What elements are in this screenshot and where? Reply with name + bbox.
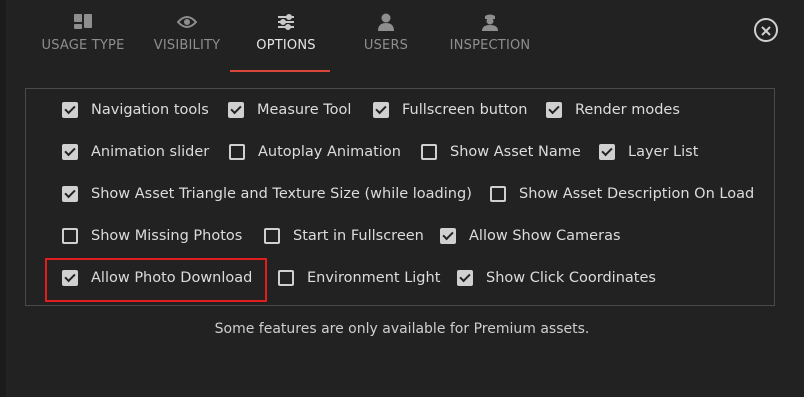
tab-bar: USAGE TYPE VISIBILITY OPTIONS USERS INSP… (0, 0, 700, 72)
checkbox-unchecked[interactable] (62, 228, 78, 244)
sliders-icon (276, 12, 296, 32)
checkbox-checked[interactable] (457, 270, 473, 286)
option-label: Measure Tool (257, 102, 352, 118)
option-autoplay-animation[interactable]: Autoplay Animation (229, 140, 401, 164)
checkbox-checked[interactable] (228, 102, 244, 118)
close-button[interactable] (754, 18, 778, 42)
tab-usage-type[interactable]: USAGE TYPE (38, 0, 128, 72)
option-show-missing-photos[interactable]: Show Missing Photos (62, 224, 242, 248)
option-label: Show Asset Description On Load (519, 186, 755, 202)
option-show-asset-triangle[interactable]: Show Asset Triangle and Texture Size (wh… (62, 182, 472, 206)
option-label: Navigation tools (91, 102, 209, 118)
option-layer-list[interactable]: Layer List (599, 140, 698, 164)
option-label: Show Click Coordinates (486, 270, 656, 286)
option-fullscreen-button[interactable]: Fullscreen button (373, 98, 527, 122)
checkbox-unchecked[interactable] (278, 270, 294, 286)
active-tab-underline (230, 70, 330, 72)
tab-users[interactable]: USERS (346, 0, 426, 72)
option-allow-photo-download[interactable]: Allow Photo Download (62, 266, 252, 290)
checkbox-checked[interactable] (62, 186, 78, 202)
checkbox-checked[interactable] (546, 102, 562, 118)
checkbox-checked[interactable] (62, 102, 78, 118)
checkbox-unchecked[interactable] (490, 186, 506, 202)
option-label: Allow Show Cameras (469, 228, 621, 244)
tab-visibility[interactable]: VISIBILITY (142, 0, 232, 72)
tab-inspection[interactable]: INSPECTION (440, 0, 540, 72)
tab-label: INSPECTION (449, 38, 531, 53)
tab-options[interactable]: OPTIONS (236, 0, 336, 72)
option-label: Render modes (575, 102, 680, 118)
option-navigation-tools[interactable]: Navigation tools (62, 98, 209, 122)
inspector-icon (480, 12, 500, 32)
option-start-in-fullscreen[interactable]: Start in Fullscreen (264, 224, 424, 248)
option-label: Autoplay Animation (258, 144, 401, 160)
checkbox-checked[interactable] (62, 270, 78, 286)
checkbox-unchecked[interactable] (229, 144, 245, 160)
checkbox-unchecked[interactable] (264, 228, 280, 244)
option-render-modes[interactable]: Render modes (546, 98, 680, 122)
option-label: Animation slider (91, 144, 210, 160)
tab-label: USAGE TYPE (41, 38, 125, 53)
checkbox-unchecked[interactable] (421, 144, 437, 160)
user-icon (376, 12, 396, 32)
premium-footnote: Some features are only available for Pre… (214, 321, 590, 337)
option-label: Fullscreen button (402, 102, 528, 118)
option-label: Allow Photo Download (91, 270, 253, 286)
checkbox-checked[interactable] (373, 102, 389, 118)
option-environment-light[interactable]: Environment Light (278, 266, 440, 290)
close-icon (761, 21, 771, 40)
tab-label: USERS (363, 38, 409, 53)
tab-label: VISIBILITY (153, 38, 221, 53)
option-label: Start in Fullscreen (293, 228, 424, 244)
option-label: Environment Light (307, 270, 441, 286)
usage-type-icon (73, 12, 93, 32)
tab-label: OPTIONS (256, 38, 316, 53)
option-measure-tool[interactable]: Measure Tool (228, 98, 351, 122)
option-show-click-coordinates[interactable]: Show Click Coordinates (457, 266, 656, 290)
option-label: Show Asset Name (450, 144, 581, 160)
option-animation-slider[interactable]: Animation slider (62, 140, 209, 164)
option-show-asset-name[interactable]: Show Asset Name (421, 140, 581, 164)
checkbox-checked[interactable] (440, 228, 456, 244)
option-show-asset-description[interactable]: Show Asset Description On Load (490, 182, 754, 206)
option-label: Show Asset Triangle and Texture Size (wh… (91, 186, 472, 202)
checkbox-checked[interactable] (599, 144, 615, 160)
checkbox-checked[interactable] (62, 144, 78, 160)
eye-icon (177, 12, 197, 32)
option-allow-show-cameras[interactable]: Allow Show Cameras (440, 224, 621, 248)
option-label: Layer List (628, 144, 699, 160)
option-label: Show Missing Photos (91, 228, 243, 244)
